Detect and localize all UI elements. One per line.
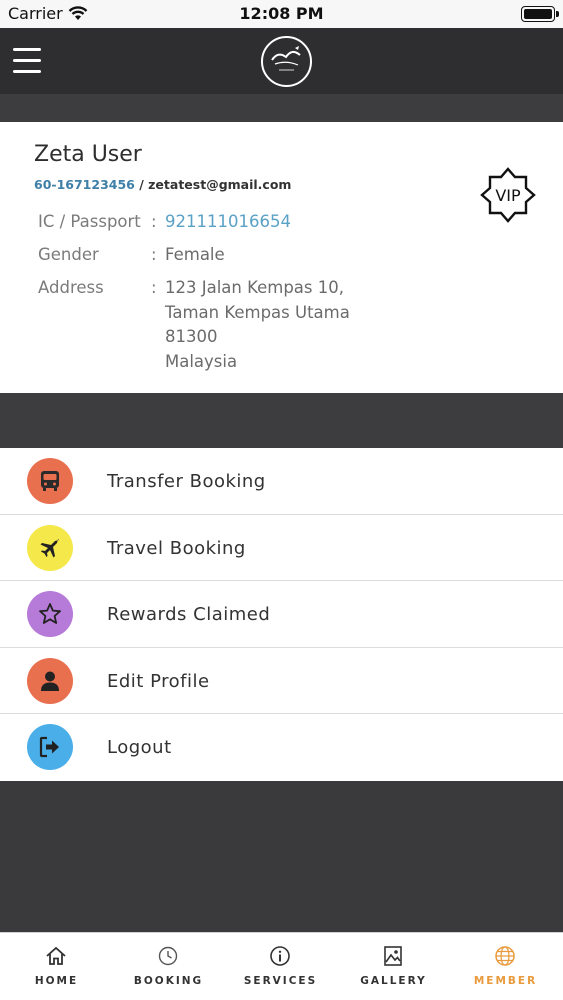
phone-link[interactable]: 60-167123456 [34,177,135,192]
menu-item-label: Logout [107,737,172,759]
vip-badge-label: VIP [495,186,521,205]
home-icon [46,946,66,965]
logout-icon [39,737,59,758]
tab-label: SERVICES [243,975,318,987]
menu-item-logout[interactable]: Logout [0,714,563,781]
tab-member[interactable]: MEMBER [449,933,562,1000]
menu-item-label: Edit Profile [107,670,210,692]
globe-icon [495,946,515,966]
profile-card: Zeta User 60-167123456 / zetatest@gmail.… [0,122,563,393]
section-spacer [0,393,563,448]
star-icon-circle [27,591,73,638]
email-text: zetatest@gmail.com [148,177,292,192]
logout-icon-circle [27,724,73,771]
menu-item-transfer-booking[interactable]: Transfer Booking [0,448,563,515]
address-line-4: Malaysia [165,351,238,371]
tab-home[interactable]: HOME [0,933,113,1000]
bus-icon [41,471,59,491]
ic-colon: : [151,212,157,231]
user-icon [41,671,59,691]
address-label: Address [38,278,104,297]
tab-booking[interactable]: BOOKING [112,933,225,1000]
gallery-icon [384,946,402,966]
airplane-icon-circle [27,524,73,571]
tab-label: BOOKING [133,975,204,987]
menu-item-travel-booking[interactable]: Travel Booking [0,515,563,582]
tab-label: GALLERY [360,975,427,987]
address-line-1: 123 Jalan Kempas 10, [165,278,345,297]
address-line-3: 81300 [165,327,218,346]
tab-gallery[interactable]: GALLERY [337,933,450,1000]
header-spacer [0,94,563,122]
member-menu: Transfer Booking Travel Booking Rewards … [0,448,563,781]
bottom-tab-bar: HOME BOOKING SERVICES GALLERY MEMBER [0,932,563,1000]
contact-separator: / [134,177,149,192]
info-icon [270,946,290,966]
brand-logo-icon [261,36,312,87]
gender-colon: : [151,245,157,264]
menu-item-label: Transfer Booking [107,471,266,492]
clock-label: 12:08 PM [239,4,324,23]
tab-services[interactable]: SERVICES [224,933,337,1000]
bus-icon-circle [27,458,73,504]
address-line-2: Taman Kempas Utama [165,302,350,322]
menu-item-label: Travel Booking [107,537,246,559]
ic-value: 921111016654 [165,212,291,231]
ic-label: IC / Passport [38,212,141,231]
clock-icon [158,946,178,966]
address-colon: : [151,278,157,297]
battery-icon [521,6,559,22]
tab-label: HOME [34,975,79,987]
vip-badge-icon: VIP [480,167,536,223]
airplane-icon [40,538,59,558]
menu-item-label: Rewards Claimed [107,604,271,626]
gender-value: Female [165,245,225,264]
menu-item-edit-profile[interactable]: Edit Profile [0,648,563,715]
hamburger-icon[interactable] [13,48,41,74]
user-icon-circle [27,657,73,704]
star-icon [39,603,61,625]
tab-label: MEMBER [473,975,538,987]
app-header [0,28,563,94]
gender-label: Gender [38,245,99,264]
status-bar: Carrier 12:08 PM [0,0,563,28]
user-name: Zeta User [34,142,142,167]
contact-line: 60-167123456 / zetatest@gmail.com [34,177,291,192]
menu-item-rewards-claimed[interactable]: Rewards Claimed [0,581,563,648]
